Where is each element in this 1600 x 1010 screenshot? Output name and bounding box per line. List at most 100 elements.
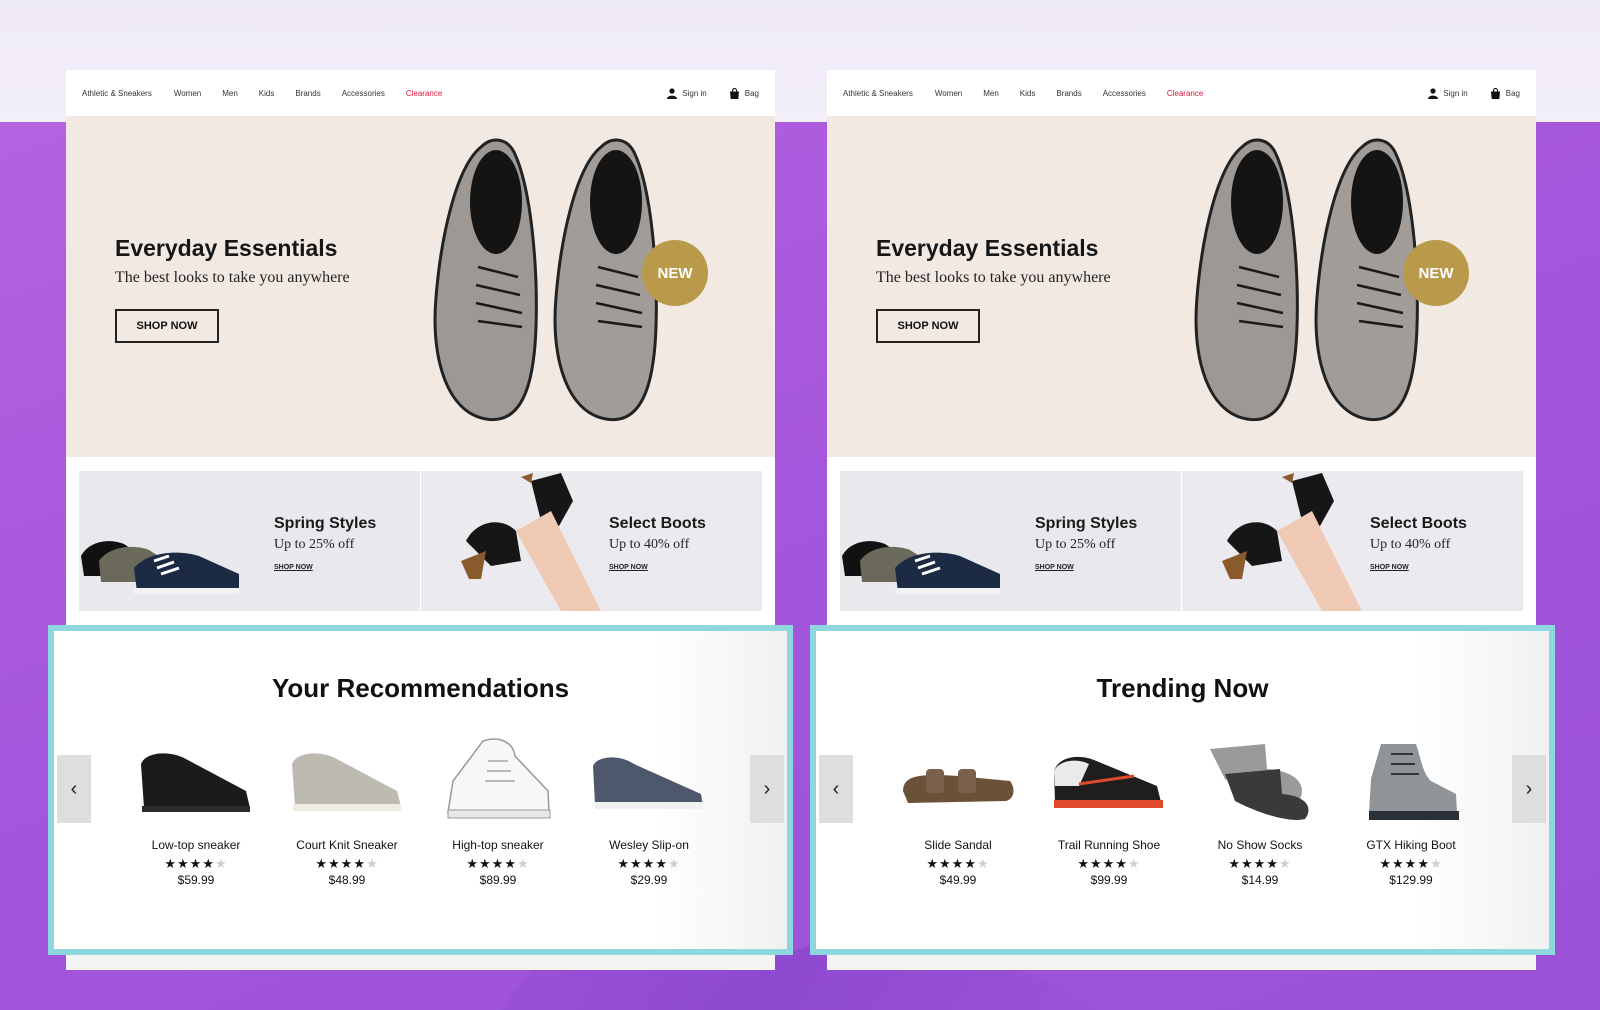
- product-card[interactable]: GTX Hiking Boot ★★★★★ $129.99: [1346, 731, 1476, 887]
- product-card[interactable]: Slide Sandal ★★★★★ $49.99: [893, 731, 1023, 887]
- heeled-boots-image: [461, 473, 601, 611]
- nav-link-men[interactable]: Men: [222, 89, 238, 98]
- navy-slip-on-icon: [593, 757, 703, 809]
- star-filled-icon: ★: [164, 856, 178, 871]
- product-price: $99.99: [1090, 873, 1128, 887]
- hero-banner: Everyday Essentials The best looks to ta…: [66, 117, 775, 457]
- promo-card-select-boots[interactable]: Select Boots Up to 40% off SHOP NOW: [1182, 471, 1523, 611]
- promo-card-spring-styles[interactable]: Spring Styles Up to 25% off SHOP NOW: [840, 471, 1181, 611]
- gray-knit-sneaker-icon: [292, 753, 401, 811]
- promo-title: Spring Styles: [274, 515, 377, 532]
- product-rating: ★★★★★: [1346, 856, 1476, 872]
- sign-in-link[interactable]: Sign in: [1428, 87, 1468, 99]
- product-price: $14.99: [1241, 873, 1279, 887]
- promo-subtitle: Up to 40% off: [1370, 537, 1451, 552]
- star-filled-icon: ★: [655, 856, 668, 871]
- nav-link-accessories[interactable]: Accessories: [342, 89, 385, 98]
- product-name: Court Knit Sneaker: [296, 838, 398, 852]
- nav-brand-link[interactable]: Athletic & Sneakers: [843, 89, 913, 98]
- star-filled-icon: ★: [491, 856, 505, 871]
- star-filled-icon: ★: [617, 856, 631, 871]
- promo-subtitle: Up to 40% off: [609, 537, 690, 552]
- product-name: GTX Hiking Boot: [1366, 838, 1456, 852]
- product-card[interactable]: No Show Socks ★★★★★ $14.99: [1195, 731, 1325, 887]
- nav-link-brands[interactable]: Brands: [1056, 89, 1081, 98]
- star-filled-icon: ★: [1379, 856, 1393, 871]
- heeled-boots-image: [1222, 473, 1362, 611]
- star-filled-icon: ★: [340, 856, 354, 871]
- bag-label: Bag: [1505, 88, 1520, 98]
- product-price: $89.99: [479, 873, 517, 887]
- carousel-title: Trending Now: [1096, 673, 1269, 703]
- product-rating: ★★★★★: [893, 856, 1023, 872]
- bag-link[interactable]: Bag: [1490, 87, 1520, 99]
- promo-card-select-boots[interactable]: Select Boots Up to 40% off SHOP NOW: [421, 471, 762, 611]
- nav-link-kids[interactable]: Kids: [259, 89, 275, 98]
- nav-link-men[interactable]: Men: [983, 89, 999, 98]
- product-name: No Show Socks: [1217, 838, 1303, 852]
- star-filled-icon: ★: [1241, 856, 1254, 871]
- user-icon: [667, 87, 678, 99]
- hero-shop-now-button[interactable]: SHOP NOW: [876, 309, 980, 343]
- promo-card-spring-styles[interactable]: Spring Styles Up to 25% off SHOP NOW: [79, 471, 420, 611]
- nav-link-women[interactable]: Women: [935, 89, 962, 98]
- nav-link-brands[interactable]: Brands: [295, 89, 320, 98]
- product-rating: ★★★★★: [584, 856, 714, 872]
- carousel-prev-button[interactable]: ‹: [819, 755, 853, 823]
- product-name: Low-top sneaker: [151, 838, 241, 852]
- hero-title: Everyday Essentials: [876, 235, 1099, 261]
- product-image: [893, 731, 1023, 831]
- star-filled-icon: ★: [315, 856, 329, 871]
- product-card[interactable]: Court Knit Sneaker ★★★★★ $48.99: [282, 731, 412, 887]
- promo-shop-now-link[interactable]: SHOP NOW: [609, 564, 648, 571]
- promo-shop-now-link[interactable]: SHOP NOW: [274, 564, 313, 571]
- star-filled-icon: ★: [630, 856, 643, 871]
- bag-icon: [729, 87, 739, 99]
- product-card[interactable]: Low-top sneaker ★★★★★ $59.99: [131, 731, 261, 887]
- nav-link-clearance[interactable]: Clearance: [1167, 89, 1203, 98]
- carousel-next-button[interactable]: ›: [1512, 755, 1546, 823]
- nav-brand-link[interactable]: Athletic & Sneakers: [82, 89, 152, 98]
- product-card[interactable]: Trail Running Shoe ★★★★★ $99.99: [1044, 731, 1174, 887]
- nav-link-kids[interactable]: Kids: [1020, 89, 1036, 98]
- carousel-prev-button[interactable]: ‹: [57, 755, 91, 823]
- star-filled-icon: ★: [951, 856, 965, 871]
- star-empty-icon: ★: [1127, 856, 1141, 871]
- product-price: $129.99: [1389, 873, 1433, 887]
- product-card[interactable]: Wesley Slip-on ★★★★★ $29.99: [584, 731, 714, 887]
- nav-link-accessories[interactable]: Accessories: [1103, 89, 1146, 98]
- carousel-next-button[interactable]: ›: [750, 755, 784, 823]
- white-high-top-icon: [447, 738, 551, 819]
- promo-subtitle: Up to 25% off: [274, 537, 355, 552]
- sneakers-image: [81, 541, 239, 594]
- star-empty-icon: ★: [1429, 856, 1443, 871]
- product-price: $48.99: [328, 873, 366, 887]
- sneakers-image: [842, 541, 1000, 594]
- promo-shop-now-link[interactable]: SHOP NOW: [1370, 564, 1409, 571]
- sign-in-link[interactable]: Sign in: [667, 87, 707, 99]
- star-filled-icon: ★: [1417, 856, 1430, 871]
- product-name: Trail Running Shoe: [1057, 838, 1161, 852]
- promo-shop-now-link[interactable]: SHOP NOW: [1035, 564, 1074, 571]
- sign-in-label: Sign in: [1443, 88, 1468, 98]
- promo-title: Spring Styles: [1035, 515, 1138, 532]
- hero-banner: Everyday Essentials The best looks to ta…: [827, 117, 1536, 457]
- nav-link-clearance[interactable]: Clearance: [406, 89, 442, 98]
- bag-label: Bag: [744, 88, 759, 98]
- product-card[interactable]: High-top sneaker ★★★★★ $89.99: [433, 731, 563, 887]
- star-empty-icon: ★: [516, 856, 530, 871]
- new-badge: NEW: [1403, 240, 1469, 306]
- promo-title: Select Boots: [609, 515, 706, 532]
- recommendations-carousel: Your Recommendations ‹ › Low-top sneaker…: [48, 625, 793, 955]
- star-empty-icon: ★: [667, 856, 681, 871]
- product-price: $49.99: [939, 873, 977, 887]
- star-filled-icon: ★: [466, 856, 480, 871]
- nav-link-women[interactable]: Women: [174, 89, 201, 98]
- bag-link[interactable]: Bag: [729, 87, 759, 99]
- product-rating: ★★★★★: [1044, 856, 1174, 872]
- hero-shop-now-button[interactable]: SHOP NOW: [115, 309, 219, 343]
- product-image: [1044, 731, 1174, 831]
- star-filled-icon: ★: [1090, 856, 1103, 871]
- star-filled-icon: ★: [926, 856, 940, 871]
- sign-in-label: Sign in: [682, 88, 707, 98]
